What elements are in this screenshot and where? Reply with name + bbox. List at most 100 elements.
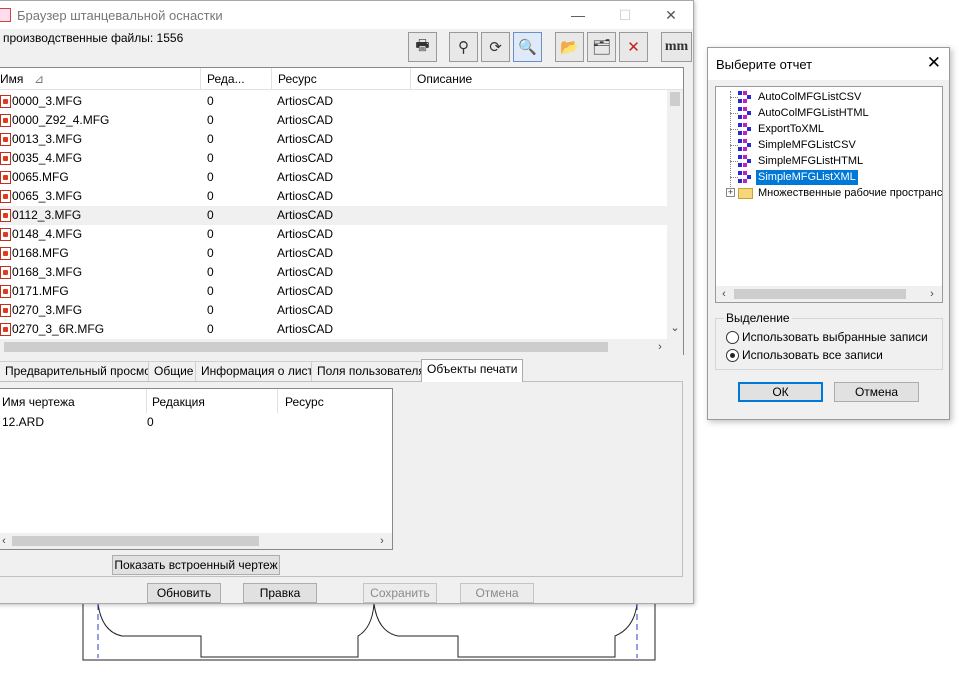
tree-connector	[730, 161, 738, 162]
file-row[interactable]: 0013_3.MFG 0 ArtiosCAD	[0, 130, 668, 149]
file-revision: 0	[207, 322, 214, 336]
column-name[interactable]: Имя ⊿	[0, 68, 201, 90]
minimize-button[interactable]: —	[563, 5, 593, 25]
mfg-file-icon	[0, 228, 11, 241]
column-drawing-revision[interactable]: Редакция	[152, 395, 205, 409]
print-object-row[interactable]: 12.ARD 0	[2, 415, 154, 429]
print-object-revision: 0	[147, 415, 154, 429]
tab-general[interactable]: Общие	[148, 361, 200, 381]
file-row[interactable]: 0168_3.MFG 0 ArtiosCAD	[0, 263, 668, 282]
print-hscroll-thumb[interactable]	[12, 536, 259, 546]
report-item[interactable]: AutoColMFGListHTML	[758, 106, 869, 121]
mfg-file-icon	[0, 247, 11, 260]
vscroll-thumb[interactable]	[670, 92, 680, 106]
report-item[interactable]: AutoColMFGListCSV	[758, 90, 861, 105]
mfg-file-icon	[0, 323, 11, 336]
units-label: mm	[664, 39, 689, 54]
file-row[interactable]: 0168.MFG 0 ArtiosCAD	[0, 244, 668, 263]
file-row[interactable]: 0065.MFG 0 ArtiosCAD	[0, 168, 668, 187]
search-button[interactable]: 🔍	[513, 32, 542, 62]
report-tree-hscroll[interactable]: ‹ ›	[716, 286, 942, 302]
file-row[interactable]: 0270_3.MFG 0 ArtiosCAD	[0, 301, 668, 320]
open-button[interactable]: 📂	[555, 32, 584, 62]
update-button[interactable]: Обновить	[147, 583, 221, 603]
report-item[interactable]: SimpleMFGListHTML	[758, 154, 863, 169]
radio-button-checked[interactable]	[726, 349, 739, 362]
tree-connector	[730, 113, 738, 114]
file-name: 0168.MFG	[12, 246, 69, 260]
folders-icon: 🗂	[591, 39, 612, 56]
file-name: 0112_3.MFG	[12, 208, 82, 222]
file-revision: 0	[207, 113, 214, 127]
file-resource: ArtiosCAD	[277, 303, 334, 317]
refresh-button[interactable]: ⟳	[481, 32, 510, 62]
file-resource: ArtiosCAD	[277, 322, 334, 336]
file-row[interactable]: 0112_3.MFG 0 ArtiosCAD	[0, 206, 668, 225]
mfg-file-icon	[0, 171, 11, 184]
column-description[interactable]: Описание	[411, 68, 668, 90]
report-item[interactable]: SimpleMFGListXML	[756, 170, 858, 185]
scroll-left-arrow-icon[interactable]: ‹	[716, 286, 732, 302]
file-row[interactable]: 0035_4.MFG 0 ArtiosCAD	[0, 149, 668, 168]
report-item[interactable]: SimpleMFGListCSV	[758, 138, 856, 153]
tree-connector	[730, 145, 738, 146]
save-button[interactable]: Сохранить	[363, 583, 437, 603]
tab-preview[interactable]: Предварительный просмотр	[0, 361, 169, 381]
show-embedded-drawing-button[interactable]: Показать встроенный чертеж	[112, 555, 280, 575]
scroll-right-arrow-icon[interactable]: ›	[924, 286, 940, 302]
scroll-down-arrow-icon[interactable]: ⌄	[667, 320, 683, 336]
column-resource[interactable]: Ресурс	[272, 68, 411, 90]
mfg-file-icon	[0, 190, 11, 203]
column-drawing-resource[interactable]: Ресурс	[285, 395, 324, 409]
dialog-cancel-button[interactable]: Отмена	[834, 382, 919, 402]
tab-user-fields[interactable]: Поля пользователя	[311, 361, 431, 381]
file-name: 0013_3.MFG	[12, 132, 83, 146]
report-item[interactable]: ExportToXML	[758, 122, 824, 137]
close-button[interactable]: ✕	[656, 5, 686, 25]
file-row[interactable]: 0148_4.MFG 0 ArtiosCAD	[0, 225, 668, 244]
file-row[interactable]: 0171.MFG 0 ArtiosCAD	[0, 282, 668, 301]
radio-button[interactable]	[726, 331, 739, 344]
print-list-hscroll[interactable]: ‹ ›	[0, 533, 392, 549]
file-resource: ArtiosCAD	[277, 208, 334, 222]
tab-print-objects[interactable]: Объекты печати	[421, 359, 524, 382]
scroll-right-arrow-icon[interactable]: ›	[652, 339, 668, 355]
delete-button[interactable]: ✕	[619, 32, 648, 62]
hscroll-thumb[interactable]	[4, 342, 608, 352]
column-revision[interactable]: Реда...	[201, 68, 272, 90]
column-drawing-name[interactable]: Имя чертежа	[2, 395, 75, 409]
mfg-file-icon	[0, 133, 11, 146]
tree-hscroll-thumb[interactable]	[734, 289, 906, 299]
edit-button[interactable]: Правка	[243, 583, 317, 603]
mfg-file-icon	[0, 304, 11, 317]
file-row[interactable]: 0065_3.MFG 0 ArtiosCAD	[0, 187, 668, 206]
file-row[interactable]: 0270_3_6R.MFG 0 ArtiosCAD	[0, 320, 668, 339]
file-revision: 0	[207, 265, 214, 279]
print-object-name: 12.ARD	[2, 415, 45, 429]
dialog-close-button[interactable]: ✕	[927, 53, 941, 73]
window-title: Браузер штанцевальной оснастки	[17, 8, 223, 23]
ok-button[interactable]: ОК	[738, 382, 823, 402]
find-button[interactable]: ⚲	[449, 32, 478, 62]
tooling-browser-window: Браузер штанцевальной оснастки — ☐ ✕ е п…	[0, 0, 694, 604]
file-name: 0270_3_6R.MFG	[12, 322, 105, 336]
file-list-hscroll[interactable]: ›	[0, 339, 683, 355]
folder-expand-icon[interactable]: +	[726, 188, 735, 197]
file-list-vscroll[interactable]: ⌄	[667, 90, 683, 340]
file-row[interactable]: 0000_Z92_4.MFG 0 ArtiosCAD	[0, 111, 668, 130]
title-bar: Браузер штанцевальной оснастки — ☐ ✕	[0, 1, 693, 29]
tree-folder-label[interactable]: Множественные рабочие пространс	[758, 186, 942, 201]
file-name: 0000_3.MFG	[12, 94, 83, 108]
folders-button[interactable]: 🗂	[587, 32, 616, 62]
scroll-left-arrow-icon[interactable]: ‹	[0, 533, 12, 549]
maximize-button[interactable]: ☐	[610, 5, 640, 25]
tree-connector	[730, 91, 731, 191]
print-icon: 🖶	[415, 36, 430, 54]
scroll-right-arrow-icon[interactable]: ›	[374, 533, 390, 549]
print-button[interactable]: 🖶	[408, 32, 437, 62]
units-button[interactable]: mm	[661, 32, 692, 62]
cancel-button[interactable]: Отмена	[460, 583, 534, 603]
file-row[interactable]: 0000_3.MFG 0 ArtiosCAD	[0, 92, 668, 111]
delete-icon: ✕	[627, 39, 640, 56]
tab-sheet-info[interactable]: Информация о листе	[195, 361, 326, 381]
